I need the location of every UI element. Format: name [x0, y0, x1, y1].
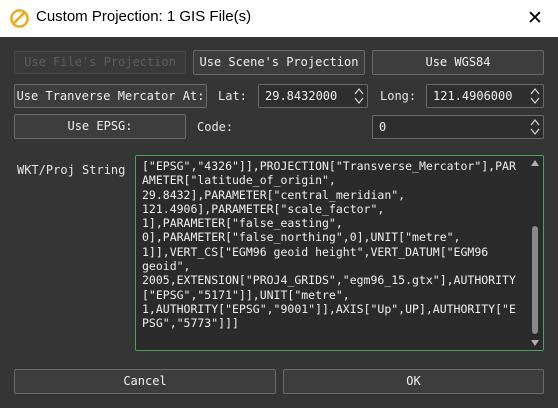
code-label: Code:	[197, 120, 234, 134]
wkt-text[interactable]: ["EPSG","4326"]],PROJECTION["Transverse_…	[142, 159, 518, 331]
long-spinbox[interactable]: 121.4906000	[426, 84, 544, 108]
lat-spinbox[interactable]: 29.8432000	[258, 84, 368, 108]
long-value: 121.4906000	[433, 89, 513, 103]
lat-value: 29.8432000	[265, 89, 338, 103]
epsg-code-spinbox[interactable]: 0	[372, 115, 544, 139]
use-scenes-projection-button[interactable]: Use Scene's Projection	[193, 50, 365, 75]
scroll-up-icon[interactable]	[531, 160, 539, 166]
close-button[interactable]: ✕	[512, 0, 558, 37]
ok-button[interactable]: OK	[283, 369, 544, 394]
cancel-button[interactable]: Cancel	[14, 369, 276, 394]
scroll-thumb[interactable]	[532, 226, 538, 334]
spin-arrows-icon[interactable]	[354, 87, 364, 105]
app-logo-icon	[10, 9, 29, 28]
spin-arrows-icon[interactable]	[530, 87, 540, 105]
use-wgs84-button[interactable]: Use WGS84	[372, 50, 544, 75]
spin-arrows-icon[interactable]	[530, 118, 540, 136]
wkt-scrollbar[interactable]	[527, 156, 543, 350]
title-bar: Custom Projection: 1 GIS File(s) ✕	[0, 0, 558, 37]
wkt-label: WKT/Proj String	[17, 163, 126, 177]
close-icon: ✕	[527, 7, 543, 29]
wkt-text-area[interactable]: ["EPSG","4326"]],PROJECTION["Transverse_…	[135, 155, 544, 351]
lat-label: Lat:	[218, 89, 247, 103]
code-value: 0	[379, 120, 387, 134]
use-epsg-button[interactable]: Use EPSG:	[14, 114, 186, 139]
long-label: Long:	[380, 89, 417, 103]
window-title: Custom Projection: 1 GIS File(s)	[36, 8, 252, 25]
use-transverse-mercator-button[interactable]: Use Tranverse Mercator At:	[14, 84, 207, 108]
use-files-projection-button[interactable]: Use File's Projection	[14, 51, 186, 74]
scroll-down-icon[interactable]	[531, 340, 539, 346]
